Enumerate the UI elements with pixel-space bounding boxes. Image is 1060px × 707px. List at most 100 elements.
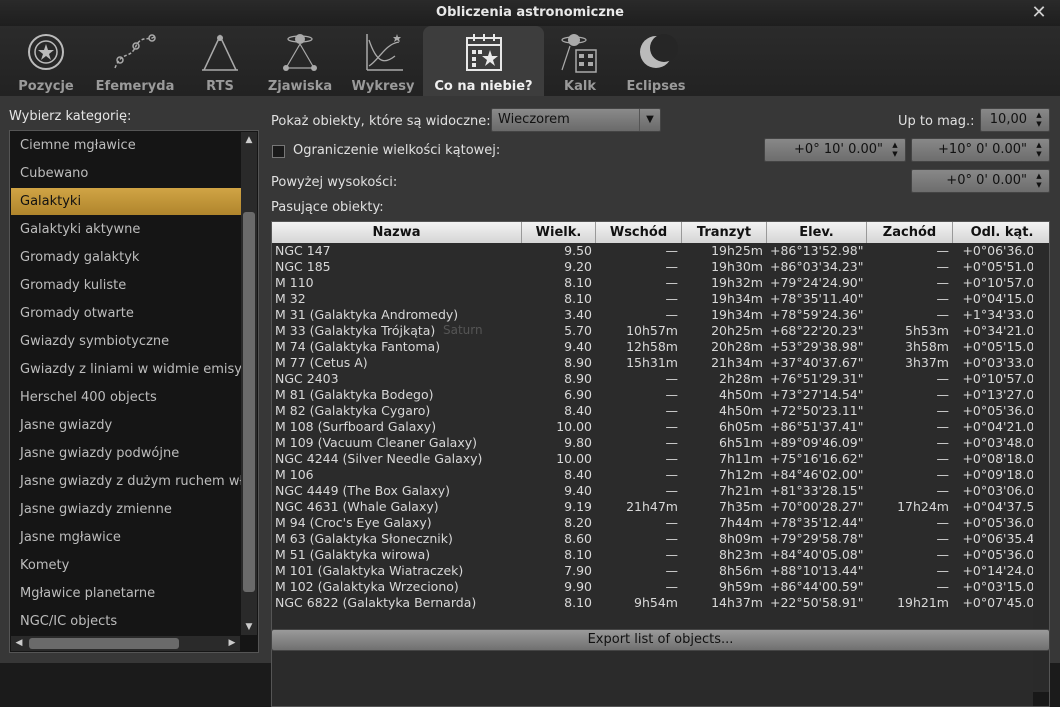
category-list[interactable]: Ciemne mgławice Cubewano Galaktyki Galak…: [9, 130, 259, 653]
angular-limit-label: Ograniczenie wielkości kątowej:: [293, 143, 501, 158]
table-horizontal-scrollbar[interactable]: [272, 690, 1033, 706]
visibility-time-dropdown[interactable]: Wieczorem ▼: [491, 108, 661, 132]
column-header-angular-size[interactable]: Odl. kąt.: [953, 222, 1049, 243]
table-row[interactable]: NGC 4244 (Silver Needle Galaxy) 10.00 — 7h1…: [272, 451, 1049, 467]
angular-limit-checkbox[interactable]: [272, 145, 285, 158]
column-header-elevation[interactable]: Elev.: [767, 222, 867, 243]
scroll-up-arrow-icon[interactable]: ▲: [241, 132, 257, 148]
list-item[interactable]: Jasne gwiazdy podwójne: [11, 440, 241, 467]
tab-whats-up[interactable]: Co na niebie?: [423, 26, 544, 96]
angular-max-spinbox[interactable]: +10° 0' 0.00" ▲ ▼: [911, 138, 1050, 162]
table-cell: 9.19: [564, 499, 592, 514]
column-header-magnitude[interactable]: Wielk.: [522, 222, 596, 243]
table-cell: 8.10: [564, 547, 592, 562]
close-button[interactable]: ✕: [1028, 0, 1050, 26]
list-item[interactable]: Komety: [11, 552, 241, 579]
tab-graphs[interactable]: Wykresy: [348, 26, 418, 96]
spin-arrows-icon[interactable]: ▲ ▼: [1031, 141, 1047, 159]
table-row[interactable]: M 109 (Vacuum Cleaner Galaxy) 9.80 — 6h51m +…: [272, 435, 1049, 451]
table-row[interactable]: M 110 8.10—19h32m +79°24'24.90" — +0°10'57.0…: [272, 275, 1049, 291]
table-row[interactable]: M 81 (Galaktyka Bodego) 6.90 — 4h50m +73°27'…: [272, 387, 1049, 403]
spin-arrows-icon[interactable]: ▲ ▼: [887, 141, 903, 159]
table-cell: —: [665, 563, 679, 578]
column-header-name[interactable]: Nazwa: [272, 222, 522, 243]
list-item[interactable]: Gromady kuliste: [11, 272, 241, 299]
altitude-spinbox[interactable]: +0° 0' 0.00" ▲ ▼: [911, 169, 1050, 193]
table-cell: 7h12m: [719, 467, 763, 482]
angular-min-spinbox[interactable]: +0° 10' 0.00" ▲ ▼: [764, 138, 906, 162]
column-header-set[interactable]: Zachód: [867, 222, 953, 243]
list-item-selected[interactable]: Galaktyki: [11, 188, 241, 215]
tab-eclipses[interactable]: Eclipses: [620, 26, 692, 96]
list-item[interactable]: Jasne gwiazdy z dużym ruchem własnym: [11, 468, 241, 495]
tab-ephemeris[interactable]: Efemeryda: [90, 26, 180, 96]
export-list-button[interactable]: Export list of objects...: [271, 629, 1050, 651]
show-visible-label: Pokaż obiekty, które są widoczne:: [271, 114, 491, 129]
scroll-down-arrow-icon[interactable]: ▼: [241, 619, 257, 635]
list-item[interactable]: Mgławice planetarne: [11, 580, 241, 607]
table-row[interactable]: M 32 8.10—19h34m +78°35'11.40" — +0°04'15.00…: [272, 291, 1049, 307]
category-horizontal-scrollbar[interactable]: ◀ ▶: [11, 636, 240, 651]
list-item[interactable]: Jasne mgławice: [11, 524, 241, 551]
scroll-thumb[interactable]: [243, 212, 255, 592]
category-vertical-scrollbar[interactable]: ▲ ▼: [241, 132, 257, 635]
table-row[interactable]: M 51 (Galaktyka wirowa) 8.10 — 8h23m +84°40'…: [272, 547, 1049, 563]
table-row[interactable]: M 102 (Galaktyka Wrzeciono) 9.90 — 9h59m +86…: [272, 579, 1049, 595]
table-row[interactable]: NGC 147 9.50—19h25m +86°13'52.98" — +0°06'36…: [272, 243, 1049, 259]
list-item[interactable]: Herschel 400 objects: [11, 384, 241, 411]
table-cell: 4h50m: [719, 403, 763, 418]
spin-arrows-icon[interactable]: ▲ ▼: [1031, 172, 1047, 190]
table-cell: NGC 147: [275, 243, 331, 258]
scroll-right-arrow-icon[interactable]: ▶: [224, 636, 240, 651]
table-cell: 19h34m: [711, 291, 763, 306]
table-row[interactable]: M 74 (Galaktyka Fantoma) 9.40 12h58m 20h28m…: [272, 339, 1049, 355]
table-row[interactable]: NGC 4631 (Whale Galaxy) 9.19 21h47m 7h35m +7…: [272, 499, 1049, 515]
table-cell: 20h28m: [711, 339, 763, 354]
table-row[interactable]: NGC 185 9.20—19h30m +86°03'34.23" — +0°05'51…: [272, 259, 1049, 275]
spin-arrows-icon[interactable]: ▲ ▼: [1031, 111, 1047, 129]
table-vertical-scrollbar[interactable]: [1033, 243, 1049, 690]
table-row[interactable]: NGC 4449 (The Box Galaxy) 9.40 — 7h21m +81°3…: [272, 483, 1049, 499]
ghost-label: Saturn: [443, 323, 483, 337]
table-row[interactable]: M 106 8.40—7h12m +84°46'02.00" — +0°09'18.00…: [272, 467, 1049, 483]
table-cell: —: [936, 483, 950, 498]
list-item[interactable]: Jasne gwiazdy: [11, 412, 241, 439]
table-row[interactable]: M 94 (Croc's Eye Galaxy) 8.20 — 7h44m +78°35…: [272, 515, 1049, 531]
table-row[interactable]: NGC 2403 8.90—2h28m +76°51'29.31" — +0°10'57…: [272, 371, 1049, 387]
table-row[interactable]: M 31 (Galaktyka Andromedy) 3.40 — 19h34m +78…: [272, 307, 1049, 323]
table-row[interactable]: M 33 (Galaktyka Trójkąta) 5.70 10h57m 20h25…: [272, 323, 1049, 339]
list-item[interactable]: NGC/IC objects: [11, 608, 241, 635]
table-cell: 6.90: [564, 387, 592, 402]
scroll-thumb[interactable]: [29, 638, 179, 649]
magnitude-limit-spinbox[interactable]: 10,00 ▲ ▼: [980, 108, 1050, 132]
tab-label: Zjawiska: [267, 79, 333, 94]
column-header-transit[interactable]: Tranzyt: [682, 222, 767, 243]
table-row[interactable]: M 82 (Galaktyka Cygaro) 8.40 — 4h50m +72°50'…: [272, 403, 1049, 419]
table-row[interactable]: NGC 6822 (Galaktyka Bernarda) 8.10 9h54m 14…: [272, 595, 1049, 611]
list-item[interactable]: Gromady galaktyk: [11, 244, 241, 271]
tab-positions[interactable]: Pozycje: [12, 26, 80, 96]
table-cell: M 63 (Galaktyka Słonecznik): [275, 531, 453, 546]
table-row[interactable]: M 77 (Cetus A) 8.90 15h31m 21h34m +37°40'37.…: [272, 355, 1049, 371]
list-item[interactable]: Jasne gwiazdy zmienne: [11, 496, 241, 523]
list-item[interactable]: Gromady otwarte: [11, 300, 241, 327]
tab-rts[interactable]: RTS: [190, 26, 250, 96]
table-row[interactable]: M 108 (Surfboard Galaxy) 10.00 — 6h05m +86°5…: [272, 419, 1049, 435]
table-row[interactable]: M 63 (Galaktyka Słonecznik) 8.60 — 8h09m +79…: [272, 531, 1049, 547]
list-item[interactable]: Galaktyki aktywne: [11, 216, 241, 243]
list-item[interactable]: Gwiazdy symbiotyczne: [11, 328, 241, 355]
list-item[interactable]: Cubewano: [11, 160, 241, 187]
column-header-rise[interactable]: Wschód: [596, 222, 682, 243]
scroll-left-arrow-icon[interactable]: ◀: [11, 636, 27, 651]
table-cell: +75°16'16.62": [770, 451, 864, 466]
table-cell: —: [936, 387, 950, 402]
tab-label: Efemeryda: [95, 79, 175, 94]
table-cell: 10.00: [556, 419, 592, 434]
tab-phenomena[interactable]: Zjawiska: [260, 26, 340, 96]
spinbox-value: +10° 0' 0.00": [938, 142, 1027, 157]
table-cell: +88°10'13.44": [770, 563, 864, 578]
list-item[interactable]: Gwiazdy z liniami w widmie emisyjnym: [11, 356, 241, 383]
table-row[interactable]: M 101 (Galaktyka Wiatraczek) 7.90 — 8h56m +8…: [272, 563, 1049, 579]
list-item[interactable]: Ciemne mgławice: [11, 132, 241, 159]
tab-calc[interactable]: Kalk: [550, 26, 610, 96]
